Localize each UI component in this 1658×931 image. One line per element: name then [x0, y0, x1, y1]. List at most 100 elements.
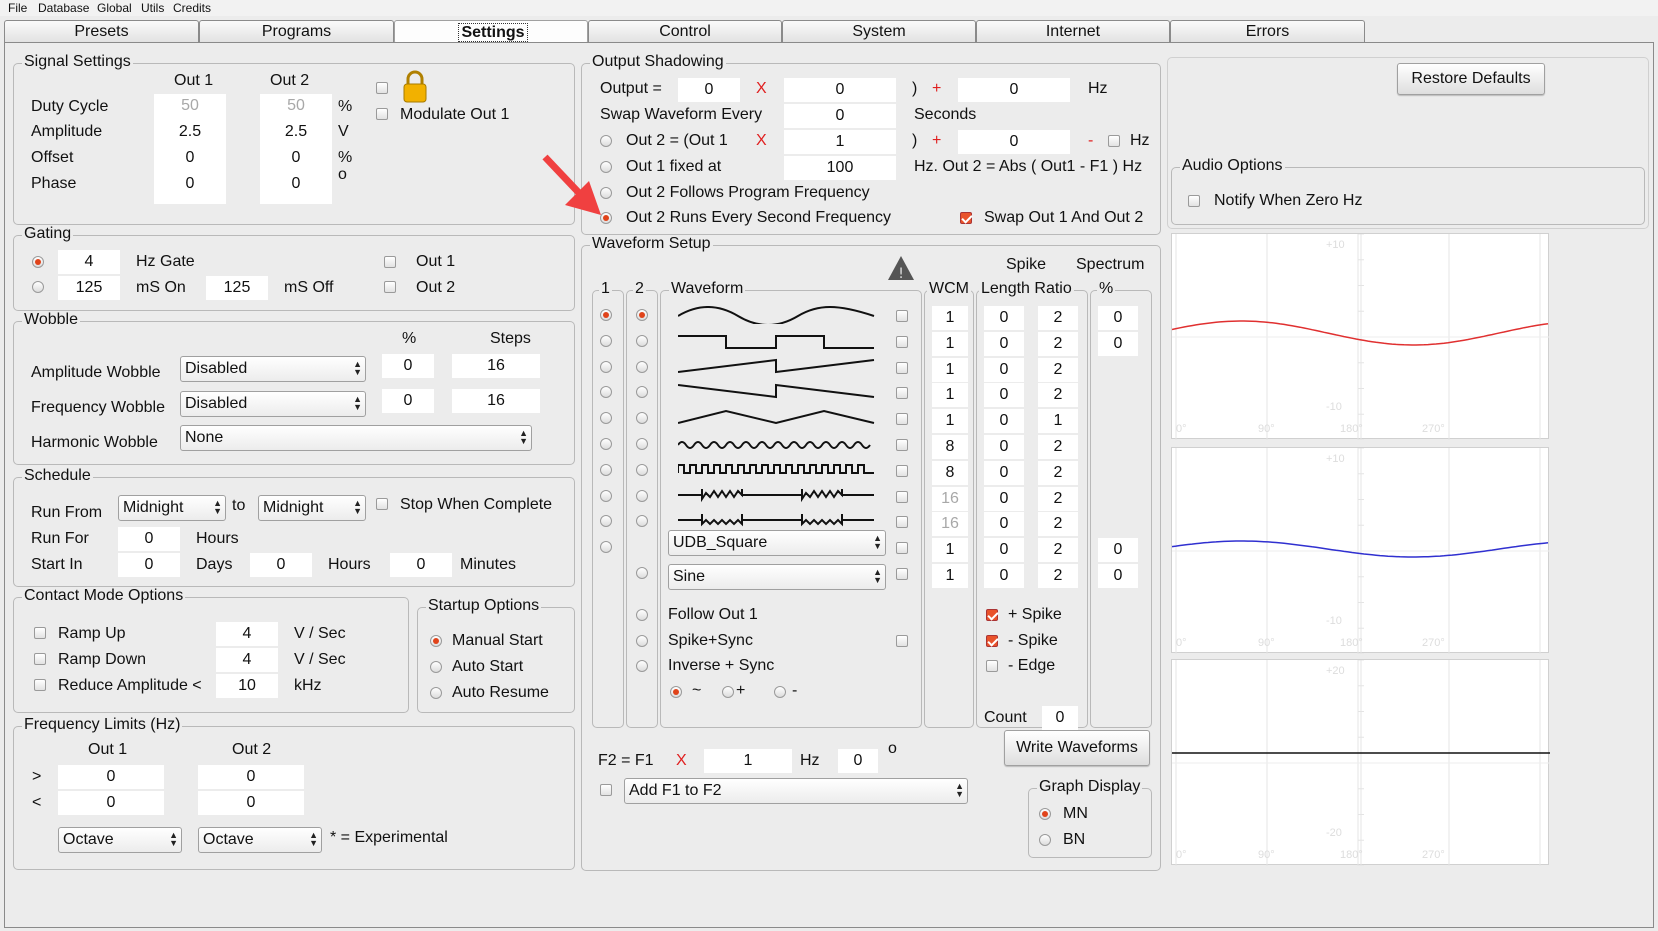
gating-off-field[interactable]: 125	[206, 276, 268, 300]
spike-ratio-field[interactable]: 2	[1038, 538, 1078, 563]
wcm-field[interactable]: 1	[932, 409, 968, 434]
f2-multiplier-field[interactable]: 1	[704, 749, 792, 773]
out2-wave-radio[interactable]	[636, 334, 648, 347]
start-in-days-field[interactable]: 0	[118, 553, 180, 577]
wcm-field[interactable]: 8	[932, 435, 968, 459]
spike-ratio-field[interactable]: 2	[1038, 564, 1078, 588]
spike-ratio-field[interactable]: 2	[1038, 460, 1078, 485]
out1-fixed-field[interactable]: 100	[784, 156, 896, 180]
spike-length-field[interactable]: 0	[984, 383, 1024, 408]
auto-resume-radio[interactable]	[430, 687, 442, 699]
minus-edge-checkbox[interactable]	[986, 660, 998, 672]
spike-ratio-field[interactable]: 2	[1038, 435, 1078, 459]
wave-enable-checkbox[interactable]	[896, 464, 908, 477]
wcm-field[interactable]: 16	[932, 512, 968, 537]
amp-wobble-select[interactable]: Disabled ▲ ▼	[180, 356, 366, 382]
out2-min-field[interactable]: 0	[198, 791, 304, 815]
spike-length-field[interactable]: 0	[984, 357, 1024, 382]
out2-wave-radio[interactable]	[636, 489, 648, 502]
wcm-field[interactable]: 1	[932, 331, 968, 356]
minus-spike-checkbox[interactable]	[986, 635, 998, 647]
lock-checkbox[interactable]	[376, 82, 388, 94]
freq-wobble-select[interactable]: Disabled ▲ ▼	[180, 391, 366, 417]
add-f1-select[interactable]: Add F1 to F2 ▲ ▼	[624, 778, 968, 804]
offset-out1-field[interactable]: 0	[154, 146, 226, 170]
gating-hz-field[interactable]: 4	[58, 250, 120, 274]
spectrum-field[interactable]: 0	[1098, 538, 1138, 563]
auto-start-radio[interactable]	[430, 661, 442, 673]
phase-out2-field[interactable]: 0	[260, 172, 332, 196]
freq-wobble-steps-field[interactable]: 16	[452, 389, 540, 413]
amp-wobble-pct-field[interactable]: 0	[382, 354, 434, 378]
gating-hz-radio[interactable]	[32, 256, 44, 268]
tab-errors[interactable]: Errors	[1170, 20, 1365, 42]
tab-system[interactable]: System	[782, 20, 976, 42]
tab-programs[interactable]: Programs	[199, 20, 394, 42]
spike-ratio-field[interactable]: 2	[1038, 512, 1078, 537]
wave-enable-checkbox[interactable]	[896, 542, 908, 555]
custom-wave-1-select[interactable]: UDB_Square ▲ ▼	[668, 530, 886, 556]
spike-length-field[interactable]: 0	[984, 564, 1024, 588]
manual-start-radio[interactable]	[430, 635, 442, 647]
menu-file[interactable]: File	[8, 1, 27, 15]
spike-ratio-field[interactable]: 1	[1038, 409, 1078, 434]
out2-wave-radio[interactable]	[636, 567, 648, 579]
output-value-field[interactable]: 0	[678, 78, 740, 102]
wave-enable-checkbox[interactable]	[896, 387, 908, 400]
wave-enable-checkbox[interactable]	[896, 335, 908, 348]
spike-length-field[interactable]: 0	[984, 512, 1024, 537]
out2-offset-field[interactable]: 0	[958, 130, 1070, 154]
amp-out2-field[interactable]: 2.5	[260, 120, 332, 144]
tab-internet[interactable]: Internet	[976, 20, 1170, 42]
spike-length-field[interactable]: 0	[984, 435, 1024, 459]
spike-sync-checkbox[interactable]	[896, 635, 908, 647]
wave-enable-checkbox[interactable]	[896, 413, 908, 426]
wcm-field[interactable]: 1	[932, 306, 968, 330]
warning-icon[interactable]: !	[886, 254, 916, 282]
out1-min-field[interactable]: 0	[58, 791, 164, 815]
wcm-field[interactable]: 1	[932, 383, 968, 408]
spike-length-field[interactable]: 0	[984, 460, 1024, 485]
out1-wave-radio[interactable]	[600, 438, 612, 450]
out2-wave-radio[interactable]	[636, 360, 648, 373]
wave-enable-checkbox[interactable]	[896, 439, 908, 451]
spike-ratio-field[interactable]: 2	[1038, 331, 1078, 356]
ramp-up-field[interactable]: 4	[216, 622, 278, 646]
gating-out2-checkbox[interactable]	[384, 281, 396, 293]
duty-out1-field[interactable]: 50	[154, 94, 226, 118]
spike-length-field[interactable]: 0	[984, 538, 1024, 563]
output-multiplier-field[interactable]: 0	[784, 78, 896, 102]
spike-length-field[interactable]: 0	[984, 306, 1024, 330]
harm-wobble-select[interactable]: None ▲ ▼	[180, 425, 532, 451]
inverse-sync-radio[interactable]	[636, 660, 648, 672]
spike-length-field[interactable]: 0	[984, 409, 1024, 434]
polarity-plus-radio[interactable]	[722, 686, 734, 698]
out2-equation-radio[interactable]	[600, 135, 612, 147]
out1-wave-radio[interactable]	[600, 309, 612, 321]
spike-ratio-field[interactable]: 2	[1038, 383, 1078, 408]
spectrum-field[interactable]: 0	[1098, 564, 1138, 588]
wave-enable-checkbox[interactable]	[896, 310, 908, 322]
out1-wave-radio[interactable]	[600, 360, 612, 373]
freq-wobble-pct-field[interactable]: 0	[382, 389, 434, 413]
ramp-down-checkbox[interactable]	[34, 653, 46, 665]
f2-phase-field[interactable]: 0	[838, 749, 878, 773]
menu-global[interactable]: Global	[97, 1, 132, 15]
write-waveforms-button[interactable]: Write Waveforms	[1004, 730, 1150, 766]
modulate-out1-checkbox[interactable]	[376, 108, 388, 120]
run-for-field[interactable]: 0	[118, 527, 180, 551]
out2-hz-checkbox[interactable]	[1108, 135, 1120, 147]
gating-ms-radio[interactable]	[32, 281, 44, 293]
wave-enable-checkbox[interactable]	[896, 568, 908, 580]
output-offset-field[interactable]: 0	[958, 78, 1070, 102]
spike-length-field[interactable]: 0	[984, 486, 1024, 511]
run-to-select[interactable]: Midnight ▲ ▼	[258, 495, 366, 521]
out2-octave-select[interactable]: Octave ▲ ▼	[198, 827, 322, 853]
restore-defaults-button[interactable]: Restore Defaults	[1397, 63, 1545, 95]
tab-presets[interactable]: Presets	[4, 20, 199, 42]
wcm-field[interactable]: 1	[932, 538, 968, 563]
add-f1-checkbox[interactable]	[600, 784, 612, 796]
menu-utils[interactable]: Utils	[141, 1, 164, 15]
out2-multiplier-field[interactable]: 1	[784, 130, 896, 154]
menu-database[interactable]: Database	[38, 1, 89, 15]
